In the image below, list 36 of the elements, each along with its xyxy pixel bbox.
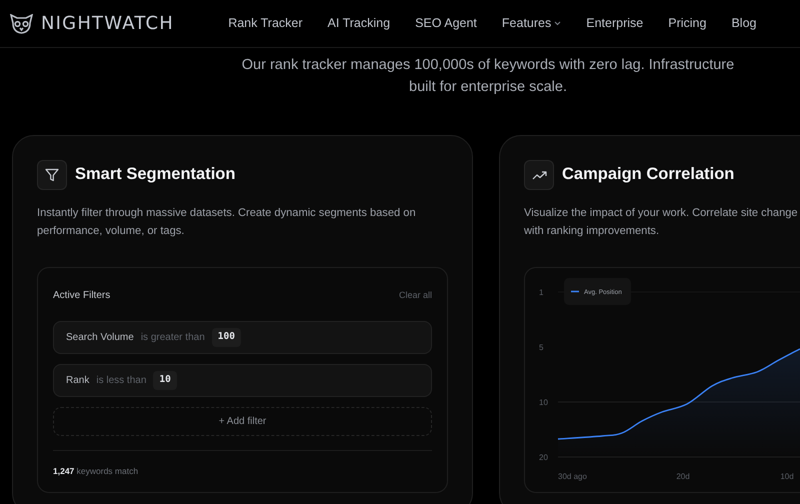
intro-text: Our rank tracker manages 100,000s of keywords with zero lag. Infrastructure built for enterprise scale. [240,56,736,97]
filter-icon [45,168,59,182]
add-filter-button[interactable]: + Add filter [53,407,432,436]
x-axis-label: 20d [676,472,690,481]
y-axis-label: 1 [539,288,544,297]
filter-operator: is greater than [140,331,205,345]
nav-link[interactable]: Pricing [656,14,719,33]
nav-link[interactable]: Rank Tracker [216,14,316,33]
nav-link[interactable]: SEO Agent [402,14,490,33]
filter-value: 100 [212,328,241,347]
nav-link[interactable]: Blog [718,14,769,33]
filter-row[interactable]: Search Volume is greater than 100 [53,321,432,354]
card-title: Campaign Correlation [562,165,734,185]
filter-value: 10 [153,371,177,390]
y-axis-label: 5 [539,343,544,352]
card-title: Smart Segmentation [75,165,236,185]
panel-heading: Active Filters [53,289,110,303]
description-line: performance, volume, or tags. [37,224,186,239]
nav-link[interactable]: AI Tracking [315,14,403,33]
nav-link[interactable]: Features [489,14,574,33]
description-line: Visualize the impact of your work. Correlate site change [524,206,799,221]
description-line: Instantly filter through massive datasets. Create dynamic segments based on [37,206,417,221]
filter-field: Rank [66,373,90,388]
nav-link[interactable]: Enterprise [574,14,656,33]
y-axis-label: 10 [539,398,548,407]
brand-name[interactable]: NIGHTWATCH [41,10,174,37]
filter-field: Search Volume [66,330,134,345]
match-count: 1,247 keywords match [53,465,140,478]
x-axis-label: 30d ago [558,472,587,481]
y-axis-label: 20 [539,453,548,462]
description-line: with ranking improvements. [524,224,660,239]
x-axis-label: 10d [780,472,794,481]
filter-operator: is less than [96,374,146,388]
trend-up-icon [532,170,546,180]
owl-logo-icon[interactable] [10,14,33,34]
filter-row[interactable]: Rank is less than 10 [53,364,432,397]
